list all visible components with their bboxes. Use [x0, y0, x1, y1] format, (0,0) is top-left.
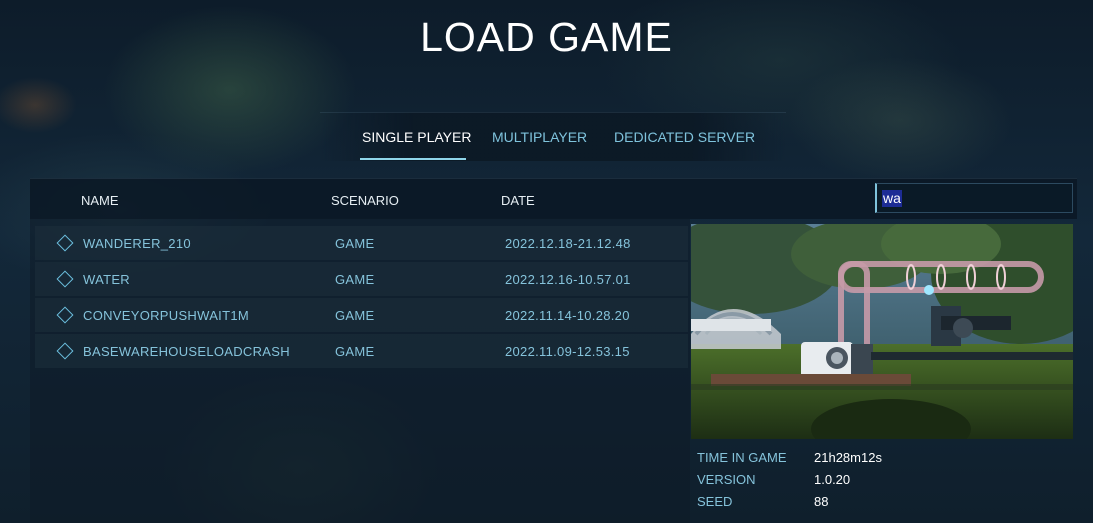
save-scenario: GAME: [335, 272, 375, 287]
column-header-name[interactable]: NAME: [81, 193, 119, 208]
save-row[interactable]: CONVEYORPUSHWAIT1M GAME 2022.11.14-10.28…: [35, 298, 688, 332]
detail-value: 21h28m12s: [814, 450, 882, 465]
save-list-header: NAME SCENARIO DATE wa: [30, 178, 1077, 219]
save-row[interactable]: BASEWAREHOUSELOADCRASH GAME 2022.11.09-1…: [35, 334, 688, 368]
detail-label: TIME IN GAME: [697, 450, 787, 465]
save-row[interactable]: WANDERER_210 GAME 2022.12.18-21.12.48: [35, 226, 688, 260]
mode-tabs: SINGLE PLAYER MULTIPLAYER DEDICATED SERV…: [320, 112, 786, 161]
save-name: CONVEYORPUSHWAIT1M: [83, 308, 249, 323]
diamond-icon: [56, 234, 74, 252]
column-header-date[interactable]: DATE: [501, 193, 535, 208]
detail-label: SEED: [697, 494, 733, 509]
save-name: WANDERER_210: [83, 236, 191, 251]
save-row[interactable]: WATER GAME 2022.12.16-10.57.01: [35, 262, 688, 296]
diamond-icon: [56, 270, 74, 288]
search-input[interactable]: wa: [875, 183, 1073, 213]
diamond-icon: [56, 306, 74, 324]
diamond-icon: [56, 342, 74, 360]
save-list: WANDERER_210 GAME 2022.12.18-21.12.48 WA…: [30, 218, 690, 523]
save-preview-image: [691, 224, 1073, 439]
save-date: 2022.11.14-10.28.20: [505, 308, 630, 323]
save-date: 2022.12.18-21.12.48: [505, 236, 631, 251]
detail-value: 88: [814, 494, 829, 509]
save-name: WATER: [83, 272, 130, 287]
page-title: LOAD GAME: [420, 14, 673, 60]
tab-multiplayer[interactable]: MULTIPLAYER: [492, 129, 587, 145]
save-date: 2022.11.09-12.53.15: [505, 344, 630, 359]
tab-single-player[interactable]: SINGLE PLAYER: [362, 129, 471, 145]
detail-label: VERSION: [697, 472, 756, 487]
active-tab-indicator: [360, 158, 466, 160]
save-scenario: GAME: [335, 308, 375, 323]
detail-value: 1.0.20: [814, 472, 851, 487]
save-scenario: GAME: [335, 236, 375, 251]
save-name: BASEWAREHOUSELOADCRASH: [83, 344, 290, 359]
column-header-scenario[interactable]: SCENARIO: [331, 193, 399, 208]
save-date: 2022.12.16-10.57.01: [505, 272, 631, 287]
save-scenario: GAME: [335, 344, 375, 359]
tab-dedicated-server[interactable]: DEDICATED SERVER: [614, 129, 755, 145]
search-input-text: wa: [882, 190, 902, 207]
